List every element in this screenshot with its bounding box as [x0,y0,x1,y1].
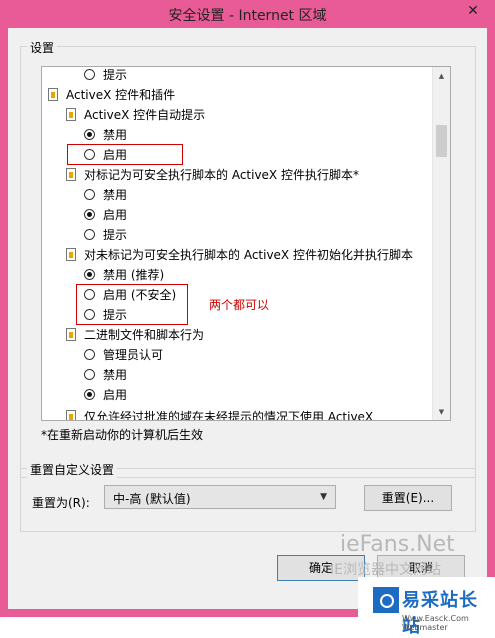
radio-button[interactable] [84,349,95,360]
settings-tree-content: 提示 ActiveX 控件和插件 ActiveX 控件自动提示 禁用 启用 对标… [42,67,432,420]
category-activex[interactable]: ActiveX 控件和插件 [48,86,175,104]
settings-doc-icon [66,108,76,121]
setting-label: 二进制文件和脚本行为 [84,328,205,342]
radio-label: 启用 [103,388,128,402]
radio-button-selected[interactable] [84,389,95,400]
reset-button[interactable]: 重置(E)... [364,485,452,511]
settings-doc-icon [66,410,76,420]
radio-button[interactable] [84,369,95,380]
radio-button[interactable] [84,69,95,80]
settings-group-label: 设置 [27,39,58,56]
restart-note: *在重新启动你的计算机后生效 [41,428,204,442]
category-label: ActiveX 控件和插件 [66,88,176,102]
scroll-up-icon[interactable]: ▲ [433,67,450,84]
list-item[interactable]: 禁用 (推荐) [84,266,164,284]
site-logo: 易采站长站 Www.Easck.Com Webmaster [358,577,495,637]
setting-binary-script-behaviors[interactable]: 二进制文件和脚本行为 [66,326,204,344]
close-icon: ✕ [467,3,479,19]
setting-label: 仅允许经过批准的域在未经提示的情况下使用 ActiveX [84,410,374,420]
radio-label: 禁用 [103,128,128,142]
radio-button-selected[interactable] [84,209,95,220]
reset-level-select[interactable]: 中-高 (默认值) ▼ [104,485,336,509]
reset-level-value: 中-高 (默认值) [113,492,191,506]
security-settings-window: 安全设置 - Internet 区域 ✕ 设置 提示 ActiveX 控件和插件 [0,0,495,637]
radio-label: 提示 [103,68,128,82]
list-item[interactable]: 禁用 [84,366,127,384]
dialog-body: 设置 提示 ActiveX 控件和插件 ActiveX 控件自动提示 禁用 启用… [8,28,495,637]
settings-doc-icon [66,248,76,261]
window-title: 安全设置 - Internet 区域 [168,8,327,24]
list-item[interactable]: 启用 [84,206,127,224]
list-item[interactable]: 提示 [84,226,127,244]
radio-label: 提示 [103,228,128,242]
setting-label: 对标记为可安全执行脚本的 ActiveX 控件执行脚本* [84,168,359,182]
setting-label: 对未标记为可安全执行脚本的 ActiveX 控件初始化并执行脚本 [84,248,413,262]
setting-approved-domains[interactable]: 仅允许经过批准的域在未经提示的情况下使用 ActiveX [66,408,373,420]
chevron-down-icon: ▼ [320,492,327,502]
radio-label: 禁用 [103,188,128,202]
setting-script-safe-activex[interactable]: 对标记为可安全执行脚本的 ActiveX 控件执行脚本* [66,166,359,184]
title-bar[interactable]: 安全设置 - Internet 区域 ✕ [0,0,495,28]
radio-label: 禁用 [103,368,128,382]
radio-label: 启用 [103,208,128,222]
reset-group-label: 重置自定义设置 [27,461,118,478]
settings-tree-list[interactable]: 提示 ActiveX 控件和插件 ActiveX 控件自动提示 禁用 启用 对标… [41,66,451,421]
radio-button-selected[interactable] [84,269,95,280]
close-button[interactable]: ✕ [459,2,487,20]
scroll-down-icon[interactable]: ▼ [433,403,450,420]
list-item[interactable]: 提示 [84,67,127,84]
setting-label: ActiveX 控件自动提示 [84,108,206,122]
logo-icon [373,587,399,613]
settings-doc-icon [66,328,76,341]
list-item[interactable]: 禁用 [84,126,127,144]
list-item[interactable]: 禁用 [84,186,127,204]
vertical-scrollbar[interactable]: ▲ ▼ [432,67,450,420]
scroll-thumb[interactable] [436,125,447,157]
annotation-text: 两个都可以 [209,298,270,312]
watermark-subtext: IE浏览器中文网站 [330,562,441,578]
list-item[interactable]: 管理员认可 [84,346,163,364]
setting-activex-auto-prompt[interactable]: ActiveX 控件自动提示 [66,106,205,124]
radio-label: 管理员认可 [103,348,164,362]
annotation-highlight-box [76,284,188,325]
setting-init-unsafe-activex[interactable]: 对未标记为可安全执行脚本的 ActiveX 控件初始化并执行脚本 [66,246,413,264]
settings-doc-icon [48,88,58,101]
watermark-text: ieFans.Net [340,532,455,557]
radio-button-selected[interactable] [84,129,95,140]
radio-button[interactable] [84,229,95,240]
reset-to-label: 重置为(R): [32,496,90,510]
annotation-highlight-box [67,144,183,165]
radio-button[interactable] [84,189,95,200]
list-item[interactable]: 启用 [84,386,127,404]
settings-doc-icon [66,168,76,181]
radio-label: 禁用 (推荐) [103,268,165,282]
